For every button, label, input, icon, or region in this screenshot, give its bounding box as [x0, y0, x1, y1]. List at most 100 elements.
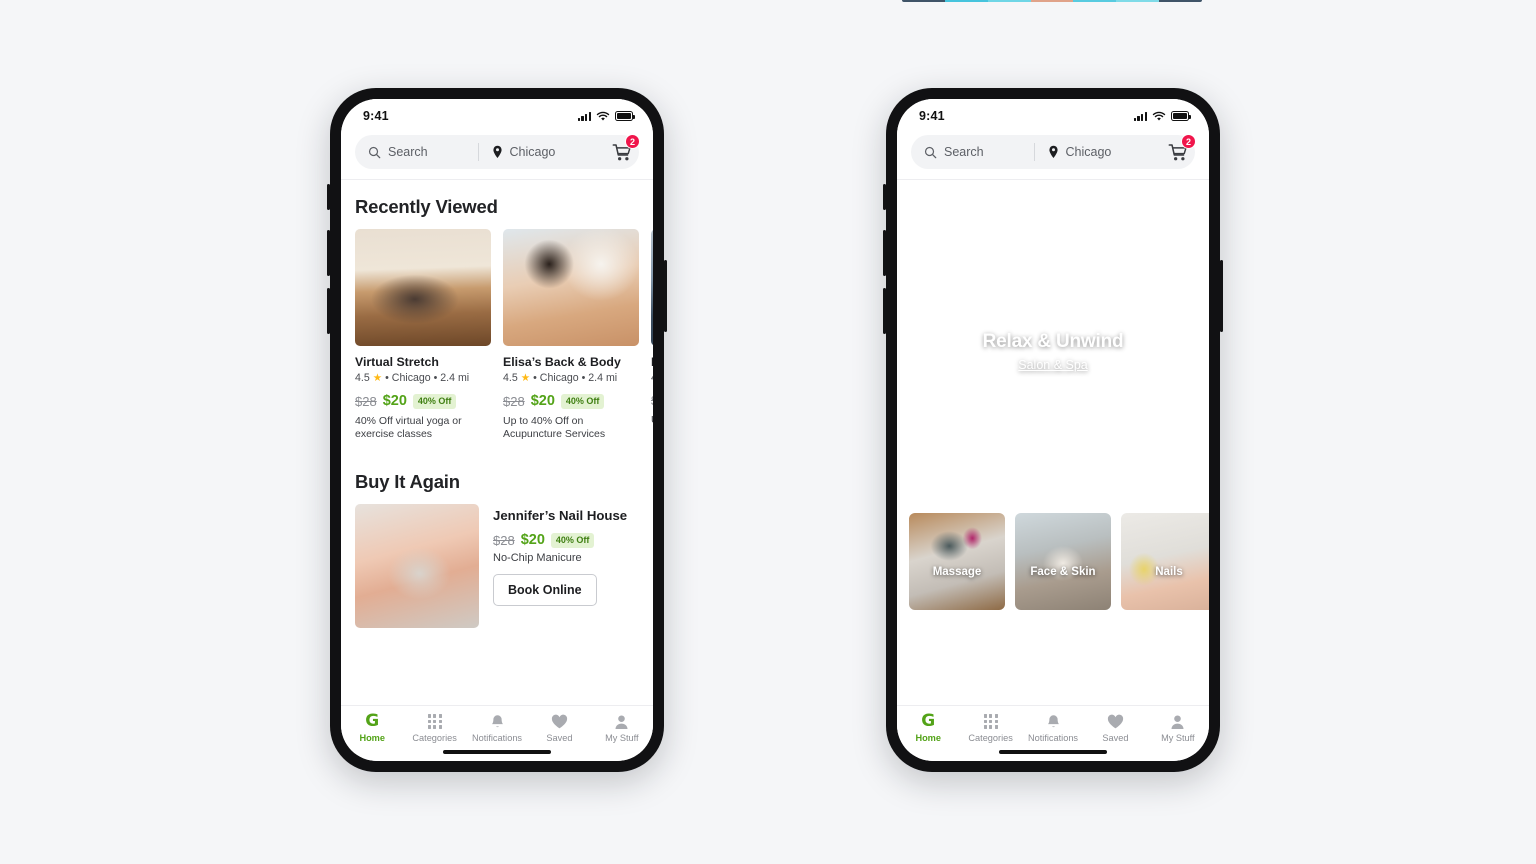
phone1-search-header: Search Chicago 2 [341, 129, 653, 180]
tab-my-stuff[interactable]: My Stuff [591, 713, 653, 743]
tab-saved[interactable]: Saved [528, 713, 590, 743]
deal-card[interactable]: Virtual Stretch 4.5 ★ • Chicago • 2.4 mi… [355, 229, 491, 441]
category-label: Face & Skin [1030, 566, 1096, 578]
tab-label: Saved [1102, 733, 1129, 743]
cart-button[interactable]: 2 [1161, 134, 1196, 169]
phone2-power-button[interactable] [1220, 260, 1223, 332]
groupon-g-logo-icon: G [921, 711, 936, 731]
category-rail[interactable]: Massage Face & Skin Nails [897, 501, 1209, 610]
buy-it-again-image [355, 504, 479, 629]
deal-image [651, 229, 653, 346]
deal-description: Up to 40% Off on Acupuncture Services [503, 415, 606, 441]
wifi-icon [1152, 111, 1166, 121]
tab-home[interactable]: G Home [897, 711, 959, 744]
phone2-mute-switch[interactable] [883, 184, 886, 210]
location-value: Chicago [1065, 145, 1112, 159]
tab-notifications[interactable]: Notifications [466, 713, 528, 743]
deal-description: 40% Off virtual yoga or exercise classes [355, 415, 462, 441]
wifi-icon [596, 111, 610, 121]
tab-categories[interactable]: Categories [403, 713, 465, 743]
hero-spacer [897, 180, 1209, 202]
tab-label: My Stuff [1161, 733, 1195, 743]
heart-icon [1107, 713, 1124, 730]
phone2-content: Relax & Unwind Salon & Spa Massage Face … [897, 180, 1209, 705]
tab-label: Notifications [471, 733, 523, 743]
category-label: Nails [1155, 566, 1183, 578]
search-icon [368, 146, 381, 158]
merchant-name: Jennifer’s Nail House [493, 508, 628, 524]
phone2-volume-down-button[interactable] [883, 288, 886, 334]
search-input[interactable]: Search [911, 145, 1034, 159]
hero-banner[interactable]: Relax & Unwind Salon & Spa [897, 202, 1209, 501]
category-tile-massage[interactable]: Massage [909, 513, 1005, 610]
deal-title: Me [651, 355, 653, 369]
grid-icon [983, 713, 998, 730]
discounted-price: $20 [520, 532, 545, 549]
original-price: $2 [651, 393, 653, 408]
battery-icon [615, 111, 635, 121]
book-online-button[interactable]: Book Online [493, 574, 597, 607]
search-bar[interactable]: Search Chicago 2 [911, 134, 1196, 169]
buy-it-again-card[interactable]: Jennifer’s Nail House $28 $20 40% Off No… [341, 504, 653, 629]
recently-viewed-rail[interactable]: Virtual Stretch 4.5 ★ • Chicago • 2.4 mi… [341, 229, 653, 441]
rating-value: 4.5 [651, 372, 653, 384]
phone1-volume-down-button[interactable] [327, 288, 330, 334]
hero-overlay: Relax & Unwind Salon & Spa [897, 202, 1209, 501]
discount-badge: 40% Off [550, 532, 595, 548]
tab-home[interactable]: G Home [341, 711, 403, 744]
tab-saved[interactable]: Saved [1084, 713, 1146, 743]
phone1-content: Recently Viewed Virtual Stretch 4.5 ★ • … [341, 180, 653, 705]
search-placeholder: Search [388, 145, 428, 159]
category-label: Massage [932, 566, 982, 578]
home-indicator[interactable] [443, 750, 551, 754]
deal-card[interactable]: Elisa’s Back & Body 4.5 ★ • Chicago • 2.… [503, 229, 639, 441]
phone2-search-header: Search Chicago 2 [897, 129, 1209, 180]
discount-badge: 40% Off [560, 393, 605, 409]
bell-icon [490, 713, 505, 730]
star-icon: ★ [520, 372, 531, 384]
phone1-power-button[interactable] [664, 260, 667, 332]
tab-label: Notifications [1027, 733, 1079, 743]
category-tile-nails[interactable]: Nails [1121, 513, 1209, 610]
signal-icon [577, 111, 591, 121]
tab-my-stuff[interactable]: My Stuff [1147, 713, 1209, 743]
deal-price-row: $2 [651, 393, 653, 408]
tab-label: Home [915, 733, 941, 743]
hero-subtitle-link[interactable]: Salon & Spa [1018, 358, 1088, 372]
phone2-volume-up-button[interactable] [883, 230, 886, 276]
tab-notifications[interactable]: Notifications [1022, 713, 1084, 743]
groupon-g-logo-icon: G [365, 711, 380, 731]
original-price: $28 [493, 532, 515, 548]
category-image [909, 513, 1005, 610]
grid-icon [427, 713, 442, 730]
search-input[interactable]: Search [355, 145, 478, 159]
tab-label: Saved [546, 733, 573, 743]
deal-rating-meta: 4.5 [651, 372, 653, 384]
location-value: Chicago [509, 145, 556, 159]
cart-button[interactable]: 2 [605, 134, 640, 169]
tab-label: My Stuff [605, 733, 639, 743]
deal-image [355, 229, 491, 346]
buy-it-again-price-row: $28 $20 40% Off [493, 532, 627, 548]
battery-icon [1171, 111, 1191, 121]
deal-card-partial[interactable]: Me 4.5 $2 Up me [651, 229, 653, 441]
phone2-screen: 9:41 Search Chicago 2 Relax & Unwind Sal… [897, 99, 1209, 761]
map-pin-icon [492, 145, 502, 158]
category-tile-face-skin[interactable]: Face & Skin [1015, 513, 1111, 610]
deal-image [503, 229, 639, 346]
home-indicator[interactable] [999, 750, 1107, 754]
phone1-mute-switch[interactable] [327, 184, 330, 210]
tab-categories[interactable]: Categories [959, 713, 1021, 743]
original-price: $28 [355, 393, 377, 409]
category-image [1121, 513, 1209, 610]
bell-icon [1046, 713, 1061, 730]
category-image [1015, 513, 1111, 610]
original-price: $28 [503, 393, 525, 409]
canvas: 9:41 Search Chicago 2 Recently Viewed Vi… [0, 0, 1536, 864]
location-input[interactable]: Chicago [479, 145, 602, 159]
phone1-volume-up-button[interactable] [327, 230, 330, 276]
phone1-status-bar: 9:41 [341, 99, 653, 129]
location-input[interactable]: Chicago [1035, 145, 1158, 159]
discounted-price: $20 [530, 393, 555, 409]
search-bar[interactable]: Search Chicago 2 [355, 134, 640, 169]
